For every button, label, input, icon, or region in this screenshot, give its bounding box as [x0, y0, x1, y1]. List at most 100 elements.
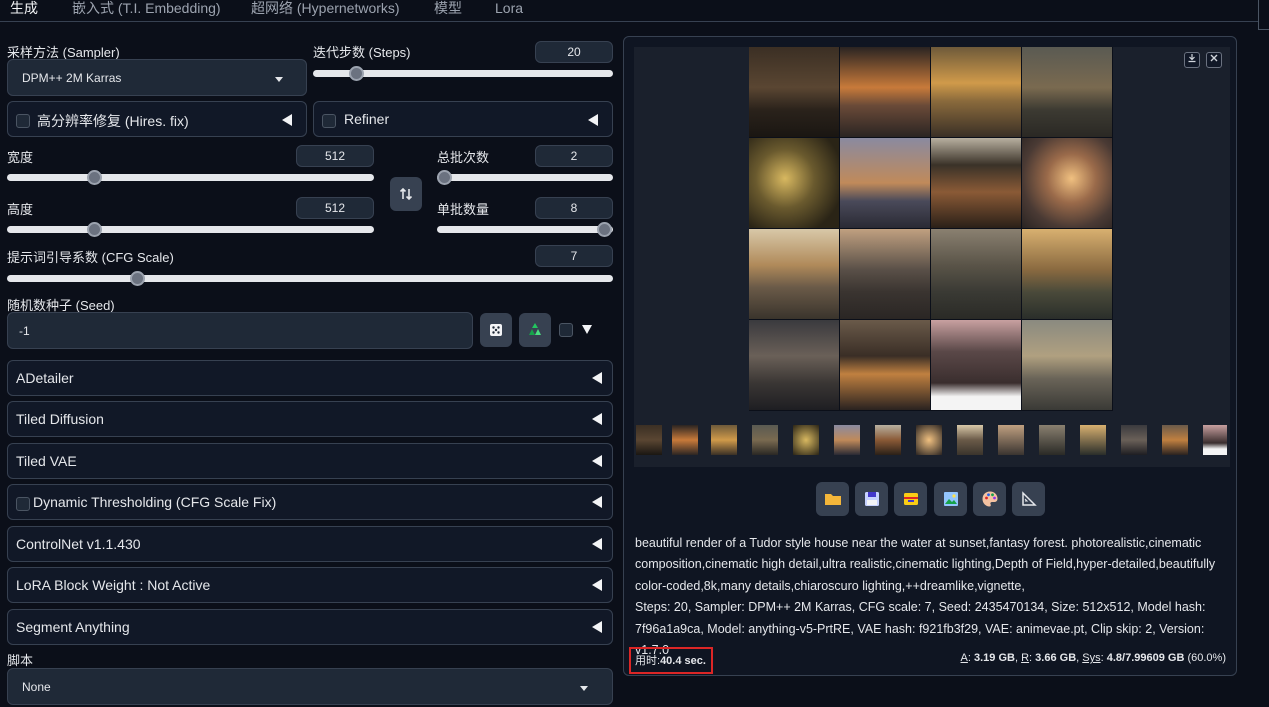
grid-image[interactable]	[749, 47, 839, 137]
thumbnail[interactable]	[752, 425, 778, 455]
thumbnail[interactable]	[834, 425, 860, 455]
accordion-lora-block-weight[interactable]: LoRA Block Weight : Not Active	[7, 567, 613, 603]
reuse-seed-button[interactable]	[519, 313, 551, 347]
accordion-tiled-diffusion[interactable]: Tiled Diffusion	[7, 401, 613, 437]
thumbnail[interactable]	[875, 425, 901, 455]
grid-image[interactable]	[749, 320, 839, 410]
generation-info: beautiful render of a Tudor style house …	[635, 533, 1225, 661]
refiner-accordion[interactable]: Refiner	[313, 101, 613, 137]
grid-image[interactable]	[840, 47, 930, 137]
open-folder-button[interactable]	[816, 482, 849, 516]
sampler-dropdown[interactable]: DPM++ 2M Karras	[7, 59, 307, 96]
batch-size-slider-handle[interactable]	[597, 222, 612, 237]
thumbnail[interactable]	[916, 425, 942, 455]
chevron-down-icon	[580, 686, 588, 691]
accordion-dynamic-thresholding[interactable]: Dynamic Thresholding (CFG Scale Fix)	[7, 484, 613, 520]
thumbnail[interactable]	[711, 425, 737, 455]
batch-count-slider-handle[interactable]	[437, 170, 452, 185]
mem-r-label: R	[1021, 652, 1030, 664]
tab-hypernetworks[interactable]: 超网络 (Hypernetworks)	[251, 0, 400, 16]
height-slider-handle[interactable]	[87, 222, 102, 237]
swap-arrows-icon	[399, 187, 413, 201]
script-dropdown[interactable]: None	[7, 668, 613, 705]
send-to-inpaint-button[interactable]	[973, 482, 1006, 516]
dynamic-thresholding-checkbox[interactable]	[16, 497, 30, 511]
seed-input[interactable]: -1	[7, 312, 473, 349]
accordion-title: ControlNet v1.1.430	[16, 536, 141, 552]
steps-input[interactable]: 20	[535, 41, 613, 63]
send-to-img2img-button[interactable]	[934, 482, 967, 516]
grid-image[interactable]	[931, 138, 1021, 228]
expand-seed-icon[interactable]	[582, 325, 592, 334]
close-icon	[1210, 54, 1218, 62]
webui-root: 生成 嵌入式 (T.I. Embedding) 超网络 (Hypernetwor…	[0, 0, 1269, 707]
mem-a-label: A	[960, 652, 968, 664]
mem-sys-label: Sys	[1082, 652, 1101, 664]
ruler-icon	[1021, 491, 1037, 506]
batch-count-slider[interactable]	[437, 170, 613, 185]
thumbnail[interactable]	[793, 425, 819, 455]
width-label: 宽度	[7, 150, 34, 165]
tab-lora[interactable]: Lora	[495, 0, 523, 16]
cfg-input[interactable]: 7	[535, 245, 613, 267]
width-slider[interactable]	[7, 170, 374, 185]
accordion-segment-anything[interactable]: Segment Anything	[7, 609, 613, 645]
thumbnail[interactable]	[672, 425, 698, 455]
thumbnail[interactable]	[957, 425, 983, 455]
height-input[interactable]: 512	[296, 197, 374, 219]
cfg-slider-handle[interactable]	[130, 271, 145, 286]
swap-dimensions-button[interactable]	[390, 177, 422, 211]
tab-generate[interactable]: 生成	[10, 0, 38, 16]
batch-count-input[interactable]: 2	[535, 145, 613, 167]
refiner-checkbox[interactable]	[322, 114, 336, 128]
tab-embedding[interactable]: 嵌入式 (T.I. Embedding)	[72, 0, 221, 16]
grid-image[interactable]	[931, 47, 1021, 137]
accordion-title: ADetailer	[16, 370, 74, 386]
grid-image[interactable]	[931, 229, 1021, 319]
grid-image[interactable]	[1022, 138, 1112, 228]
thumbnail[interactable]	[1162, 425, 1188, 455]
steps-slider[interactable]	[313, 66, 613, 81]
thumbnail[interactable]	[636, 425, 662, 455]
batch-size-label: 单批数量	[437, 202, 490, 217]
accordion-tiled-vae[interactable]: Tiled VAE	[7, 443, 613, 479]
grid-image[interactable]	[1022, 229, 1112, 319]
grid-image[interactable]	[1022, 320, 1112, 410]
zip-button[interactable]	[894, 482, 927, 516]
grid-image[interactable]	[840, 320, 930, 410]
accordion-controlnet[interactable]: ControlNet v1.1.430	[7, 526, 613, 562]
grid-image[interactable]	[1022, 47, 1112, 137]
grid-image[interactable]	[840, 138, 930, 228]
scrollbar[interactable]	[1258, 0, 1269, 30]
download-button[interactable]	[1184, 52, 1200, 68]
tab-models[interactable]: 模型	[434, 0, 462, 16]
cfg-slider[interactable]	[7, 271, 613, 286]
send-to-extras-button[interactable]	[1012, 482, 1045, 516]
time-label: 用时:	[635, 655, 661, 667]
thumbnail[interactable]	[1039, 425, 1065, 455]
height-slider[interactable]	[7, 222, 374, 237]
accordion-adetailer[interactable]: ADetailer	[7, 360, 613, 396]
grid-image[interactable]	[749, 229, 839, 319]
thumbnail[interactable]	[1203, 425, 1227, 455]
batch-size-slider[interactable]	[437, 222, 613, 237]
grid-image[interactable]	[749, 138, 839, 228]
close-gallery-button[interactable]	[1206, 52, 1222, 68]
width-input[interactable]: 512	[296, 145, 374, 167]
grid-image[interactable]	[840, 229, 930, 319]
hires-fix-accordion[interactable]: 高分辨率修复 (Hires. fix)	[7, 101, 307, 137]
grid-image[interactable]	[931, 320, 1021, 410]
extra-seed-checkbox[interactable]	[559, 323, 573, 337]
image-grid[interactable]	[749, 47, 1113, 411]
image-icon	[943, 492, 958, 506]
batch-size-input[interactable]: 8	[535, 197, 613, 219]
steps-slider-handle[interactable]	[349, 66, 364, 81]
thumbnail[interactable]	[1121, 425, 1147, 455]
refiner-label: Refiner	[344, 111, 390, 127]
thumbnail[interactable]	[1080, 425, 1106, 455]
random-seed-button[interactable]	[480, 313, 512, 347]
width-slider-handle[interactable]	[87, 170, 102, 185]
thumbnail[interactable]	[998, 425, 1024, 455]
save-button[interactable]	[855, 482, 888, 516]
hires-fix-checkbox[interactable]	[16, 114, 30, 128]
